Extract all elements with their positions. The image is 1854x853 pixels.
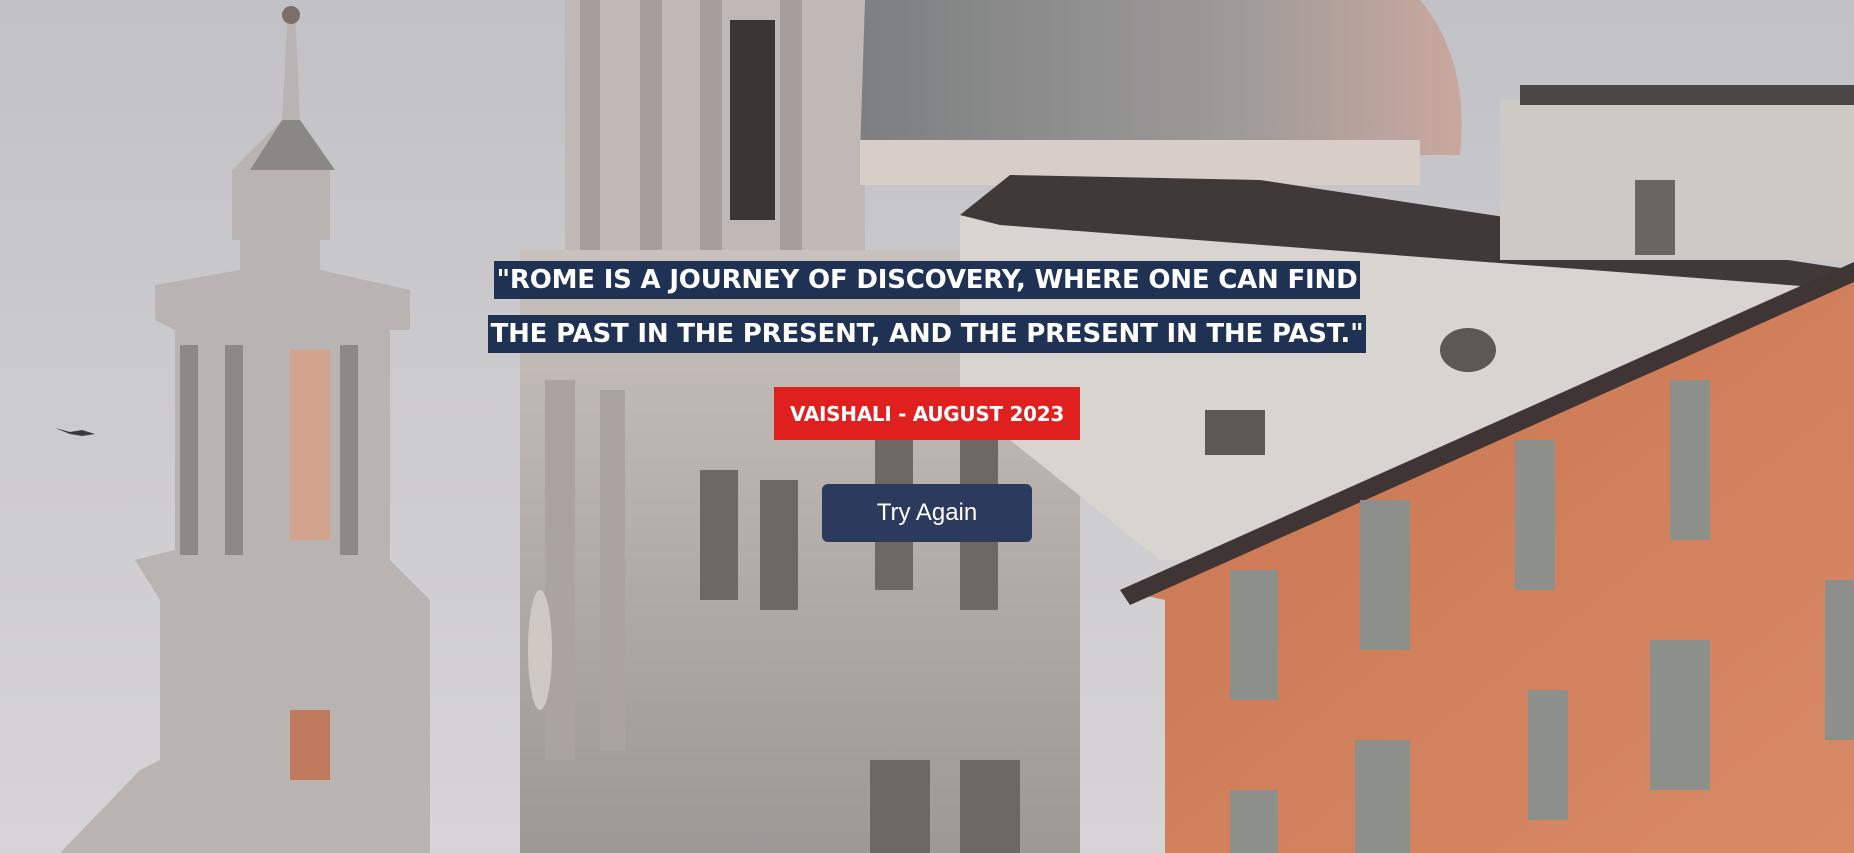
quote-text-block: "ROME IS A JOURNEY OF DISCOVERY, WHERE O…: [477, 253, 1377, 361]
try-again-button[interactable]: Try Again: [822, 484, 1032, 542]
author-date-badge: VAISHALI - AUGUST 2023: [774, 387, 1080, 440]
quote-text: "ROME IS A JOURNEY OF DISCOVERY, WHERE O…: [487, 261, 1367, 353]
content-overlay: "ROME IS A JOURNEY OF DISCOVERY, WHERE O…: [0, 0, 1854, 853]
